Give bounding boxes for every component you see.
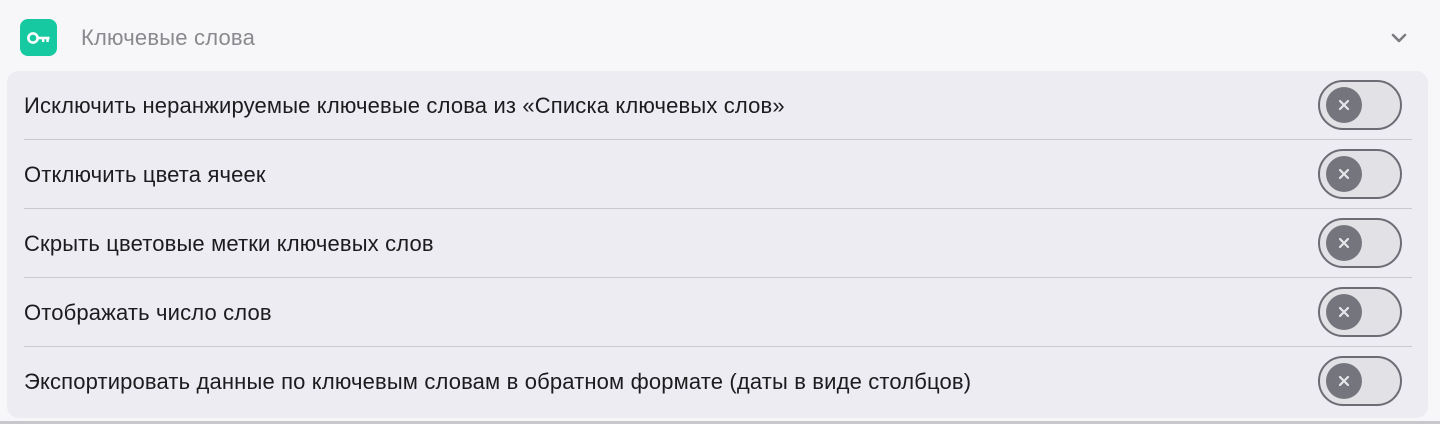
close-icon	[1326, 363, 1362, 399]
close-icon	[1326, 294, 1362, 330]
close-icon	[1326, 156, 1362, 192]
setting-label: Исключить неранжируемые ключевые слова и…	[24, 93, 785, 118]
section-header[interactable]: Ключевые слова	[0, 0, 1440, 70]
section-title: Ключевые слова	[81, 25, 256, 50]
show-word-count-toggle[interactable]	[1318, 287, 1402, 337]
setting-label: Экспортировать данные по ключевым словам…	[24, 369, 972, 394]
chevron-down-icon[interactable]	[1388, 27, 1410, 49]
close-icon	[1326, 225, 1362, 261]
setting-label: Отображать число слов	[24, 300, 272, 325]
disable-cell-colors-toggle[interactable]	[1318, 149, 1402, 199]
setting-label: Скрыть цветовые метки ключевых слов	[24, 231, 434, 256]
setting-row-exclude-unranked: Исключить неранжируемые ключевые слова и…	[7, 71, 1428, 140]
setting-row-disable-cell-colors: Отключить цвета ячеек	[7, 140, 1428, 209]
setting-row-export-reverse-format: Экспортировать данные по ключевым словам…	[7, 347, 1428, 416]
export-reverse-format-toggle[interactable]	[1318, 356, 1402, 406]
setting-label: Отключить цвета ячеек	[24, 162, 266, 187]
setting-row-show-word-count: Отображать число слов	[7, 278, 1428, 347]
close-icon	[1326, 87, 1362, 123]
key-icon	[20, 19, 57, 56]
exclude-unranked-toggle[interactable]	[1318, 80, 1402, 130]
hide-color-tags-toggle[interactable]	[1318, 218, 1402, 268]
setting-row-hide-color-tags: Скрыть цветовые метки ключевых слов	[7, 209, 1428, 278]
keywords-settings-section: Ключевые слова Исключить неранжируемые к…	[0, 0, 1440, 424]
settings-list: Исключить неранжируемые ключевые слова и…	[7, 71, 1428, 418]
